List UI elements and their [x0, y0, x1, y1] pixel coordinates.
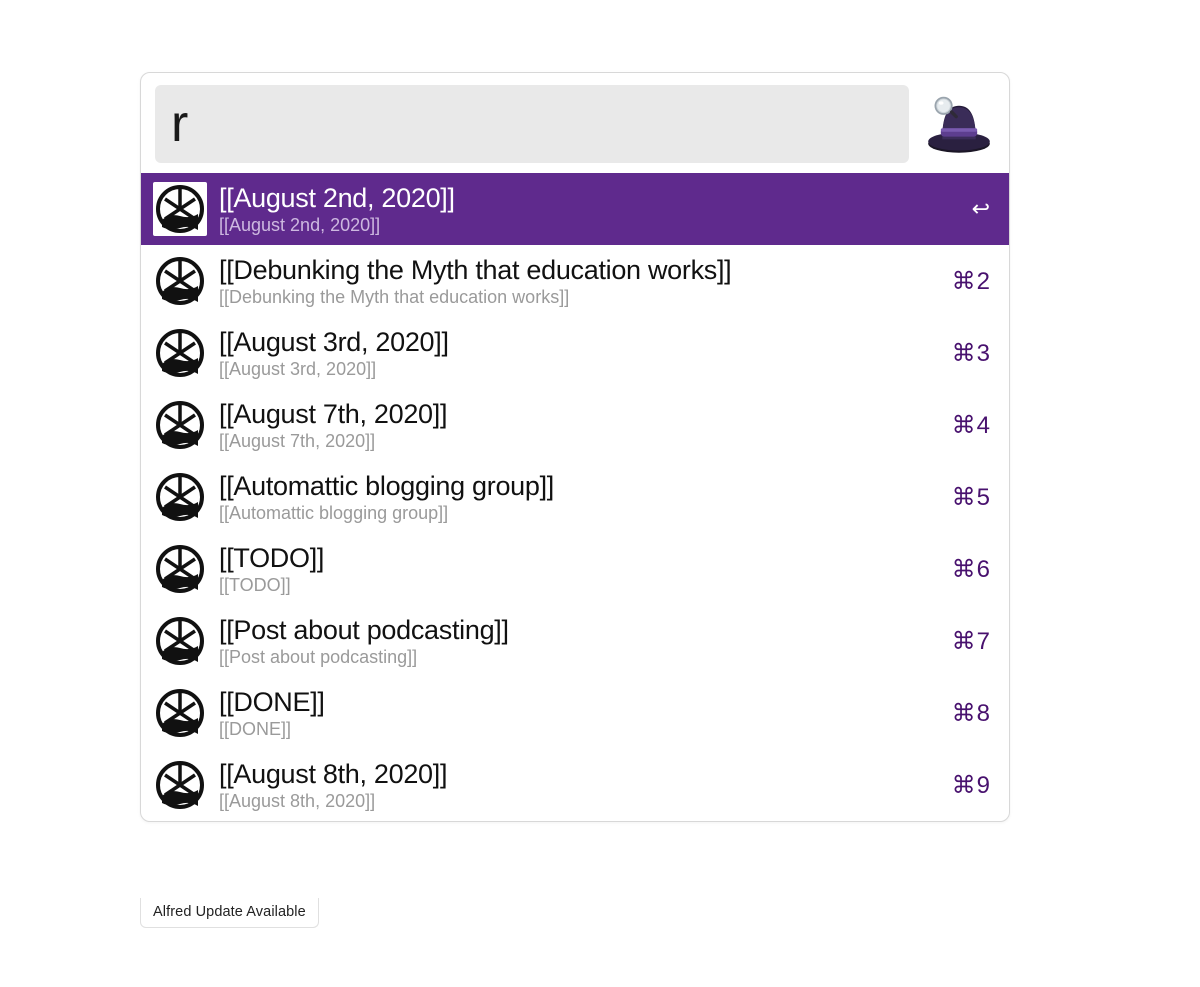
- enter-key-icon: ↩: [951, 196, 991, 222]
- result-subtitle: [[Post about podcasting]]: [219, 647, 939, 668]
- result-title: [[Debunking the Myth that education work…: [219, 255, 939, 286]
- alfred-hat-icon: [923, 88, 995, 160]
- search-input-wrap[interactable]: [155, 85, 909, 163]
- result-title: [[August 8th, 2020]]: [219, 759, 939, 790]
- result-item[interactable]: [[August 7th, 2020]] [[August 7th, 2020]…: [141, 389, 1009, 461]
- keyboard-shortcut: ⌘9: [951, 771, 991, 800]
- result-title: [[Post about podcasting]]: [219, 615, 939, 646]
- result-subtitle: [[August 7th, 2020]]: [219, 431, 939, 452]
- roam-logo-icon: [153, 614, 207, 668]
- result-text: [[August 2nd, 2020]] [[August 2nd, 2020]…: [219, 183, 939, 236]
- search-input[interactable]: [171, 94, 893, 154]
- result-subtitle: [[August 3rd, 2020]]: [219, 359, 939, 380]
- result-subtitle: [[TODO]]: [219, 575, 939, 596]
- result-title: [[August 3rd, 2020]]: [219, 327, 939, 358]
- roam-logo-icon: [153, 470, 207, 524]
- results-list: [[August 2nd, 2020]] [[August 2nd, 2020]…: [141, 173, 1009, 821]
- keyboard-shortcut: ⌘8: [951, 699, 991, 728]
- keyboard-shortcut: ⌘2: [951, 267, 991, 296]
- result-item[interactable]: [[Post about podcasting]] [[Post about p…: [141, 605, 1009, 677]
- roam-logo-icon: [153, 686, 207, 740]
- result-item[interactable]: [[DONE]] [[DONE]] ⌘8: [141, 677, 1009, 749]
- result-item[interactable]: [[August 3rd, 2020]] [[August 3rd, 2020]…: [141, 317, 1009, 389]
- roam-logo-icon: [153, 542, 207, 596]
- roam-logo-icon: [153, 182, 207, 236]
- roam-logo-icon: [153, 398, 207, 452]
- result-text: [[Post about podcasting]] [[Post about p…: [219, 615, 939, 668]
- result-text: [[August 8th, 2020]] [[August 8th, 2020]…: [219, 759, 939, 812]
- result-title: [[Automattic blogging group]]: [219, 471, 939, 502]
- update-available-badge[interactable]: Alfred Update Available: [140, 898, 319, 928]
- keyboard-shortcut: ⌘5: [951, 483, 991, 512]
- result-text: [[Debunking the Myth that education work…: [219, 255, 939, 308]
- roam-logo-icon: [153, 254, 207, 308]
- result-item[interactable]: [[August 2nd, 2020]] [[August 2nd, 2020]…: [141, 173, 1009, 245]
- result-subtitle: [[Debunking the Myth that education work…: [219, 287, 939, 308]
- result-subtitle: [[August 8th, 2020]]: [219, 791, 939, 812]
- search-row: [141, 73, 1009, 173]
- result-subtitle: [[DONE]]: [219, 719, 939, 740]
- alfred-window: [[August 2nd, 2020]] [[August 2nd, 2020]…: [140, 72, 1010, 822]
- result-title: [[August 2nd, 2020]]: [219, 183, 939, 214]
- result-item[interactable]: [[Debunking the Myth that education work…: [141, 245, 1009, 317]
- result-item[interactable]: [[August 8th, 2020]] [[August 8th, 2020]…: [141, 749, 1009, 821]
- result-subtitle: [[August 2nd, 2020]]: [219, 215, 939, 236]
- roam-logo-icon: [153, 758, 207, 812]
- result-text: [[August 3rd, 2020]] [[August 3rd, 2020]…: [219, 327, 939, 380]
- keyboard-shortcut: ⌘4: [951, 411, 991, 440]
- result-text: [[TODO]] [[TODO]]: [219, 543, 939, 596]
- keyboard-shortcut: ⌘6: [951, 555, 991, 584]
- keyboard-shortcut: ⌘3: [951, 339, 991, 368]
- result-title: [[August 7th, 2020]]: [219, 399, 939, 430]
- result-text: [[August 7th, 2020]] [[August 7th, 2020]…: [219, 399, 939, 452]
- result-subtitle: [[Automattic blogging group]]: [219, 503, 939, 524]
- roam-logo-icon: [153, 326, 207, 380]
- result-item[interactable]: [[TODO]] [[TODO]] ⌘6: [141, 533, 1009, 605]
- result-text: [[DONE]] [[DONE]]: [219, 687, 939, 740]
- keyboard-shortcut: ⌘7: [951, 627, 991, 656]
- result-text: [[Automattic blogging group]] [[Automatt…: [219, 471, 939, 524]
- result-title: [[DONE]]: [219, 687, 939, 718]
- result-item[interactable]: [[Automattic blogging group]] [[Automatt…: [141, 461, 1009, 533]
- result-title: [[TODO]]: [219, 543, 939, 574]
